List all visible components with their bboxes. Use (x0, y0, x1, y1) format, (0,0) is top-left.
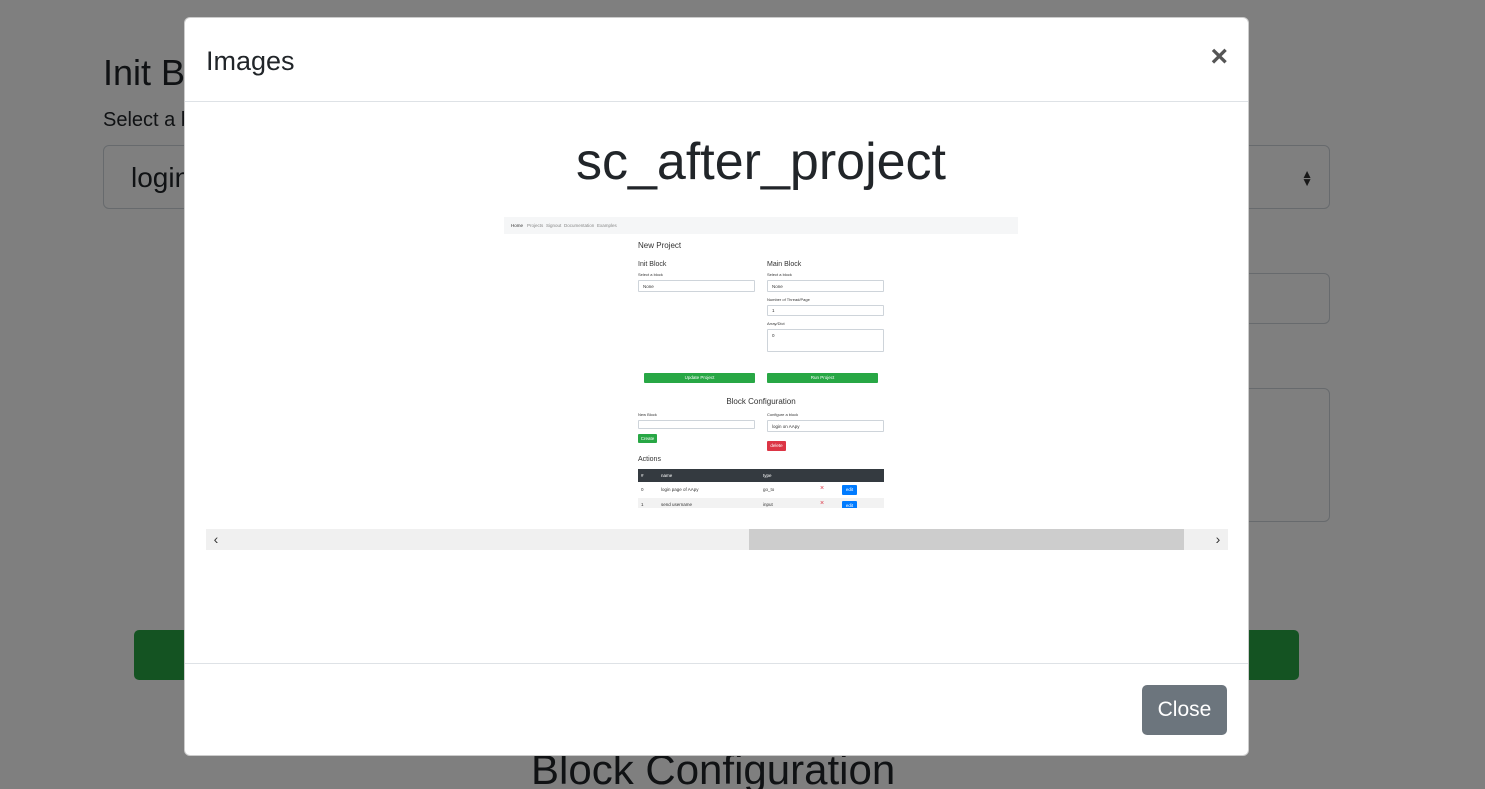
screenshot-config-title: Block Configuration (726, 397, 796, 406)
screenshot-row-type: go_to (763, 487, 775, 492)
modal-header: Images × (185, 18, 1248, 102)
screenshot-page-title: New Project (638, 241, 682, 250)
close-button[interactable]: Close (1142, 685, 1227, 735)
image-scroll-area[interactable]: sc_after_project Home Projects Signout D… (206, 102, 1228, 550)
screenshot-init-select-label: Select a block (638, 272, 663, 277)
scroll-right-icon[interactable]: › (1208, 529, 1228, 550)
screenshot-th-index: # (641, 473, 644, 478)
screenshot-main-select-value: None (772, 284, 783, 289)
screenshot-delete-x-icon: × (820, 485, 825, 492)
screenshot-nav-item: Home (511, 223, 524, 228)
modal-footer: Close (185, 663, 1248, 757)
screenshot-nav-item: Projects (527, 223, 544, 228)
screenshot-main-select-label: Select a block (767, 272, 792, 277)
screenshot-row-index: 0 (641, 487, 644, 492)
image-caption: sc_after_project (576, 133, 946, 191)
images-modal: Images × sc_after_project Home Projects … (184, 17, 1249, 756)
screenshot-threads-input: 1 (767, 305, 884, 316)
screenshot-init-select: None (638, 280, 755, 292)
screenshot-row-type: input (763, 502, 773, 507)
screenshot-new-block-label: New Block (638, 412, 657, 417)
screenshot-row-name: send username (661, 502, 693, 507)
screenshot-configure-select: login on AApy (767, 420, 884, 432)
screenshot-th-type: type (763, 473, 772, 478)
screenshot-table-header: # name type (638, 469, 884, 482)
screenshot-th-name: name (661, 473, 673, 478)
screenshot-nav-item: Examples (597, 223, 617, 228)
screenshot-configure-label: Configure a block (767, 412, 799, 417)
screenshot-edit-button: edit (842, 501, 857, 508)
screenshot-delete-x-icon: × (820, 500, 825, 507)
scrollbar-thumb[interactable] (749, 529, 1184, 550)
modal-body: sc_after_project Home Projects Signout D… (185, 102, 1248, 663)
screenshot-edit-button: edit (842, 485, 857, 495)
screenshot-navbar: Home Projects Signout Documentation Exam… (504, 217, 1018, 234)
screenshot-array-value: 0 (772, 333, 775, 338)
screenshot-main-select: None (767, 280, 884, 292)
screenshot-nav-item: Documentation (564, 223, 595, 228)
screenshot-row-name: login page of AApy (661, 487, 699, 492)
horizontal-scrollbar[interactable]: ‹ › (206, 529, 1228, 550)
modal-title: Images (206, 46, 295, 76)
screenshot-new-block-input (638, 420, 755, 429)
screenshot-main-block-title: Main Block (767, 261, 802, 268)
screenshot-threads-value: 1 (772, 308, 775, 313)
scroll-left-icon[interactable]: ‹ (206, 529, 226, 550)
project-screenshot: Home Projects Signout Documentation Exam… (504, 217, 1018, 508)
screenshot-nav-item: Signout (546, 223, 562, 228)
screenshot-threads-label: Number of Thread/Page (767, 297, 810, 302)
screenshot-update-button: Update Project (644, 373, 755, 383)
screenshot-delete-button: delete (767, 441, 786, 451)
screenshot-init-block-title: Init Block (638, 261, 667, 268)
screenshot-actions-title: Actions (638, 456, 661, 463)
screenshot-create-button: Create (638, 434, 657, 443)
screenshot-row-index: 1 (641, 502, 644, 507)
screenshot-array-label: Array/Dict (767, 321, 785, 326)
screenshot-run-button: Run Project (767, 373, 878, 383)
screenshot-init-select-value: None (643, 284, 654, 289)
close-icon[interactable]: × (1210, 42, 1228, 72)
screenshot-configure-value: login on AApy (772, 424, 800, 429)
screenshot-array-textarea: 0 (767, 329, 884, 352)
